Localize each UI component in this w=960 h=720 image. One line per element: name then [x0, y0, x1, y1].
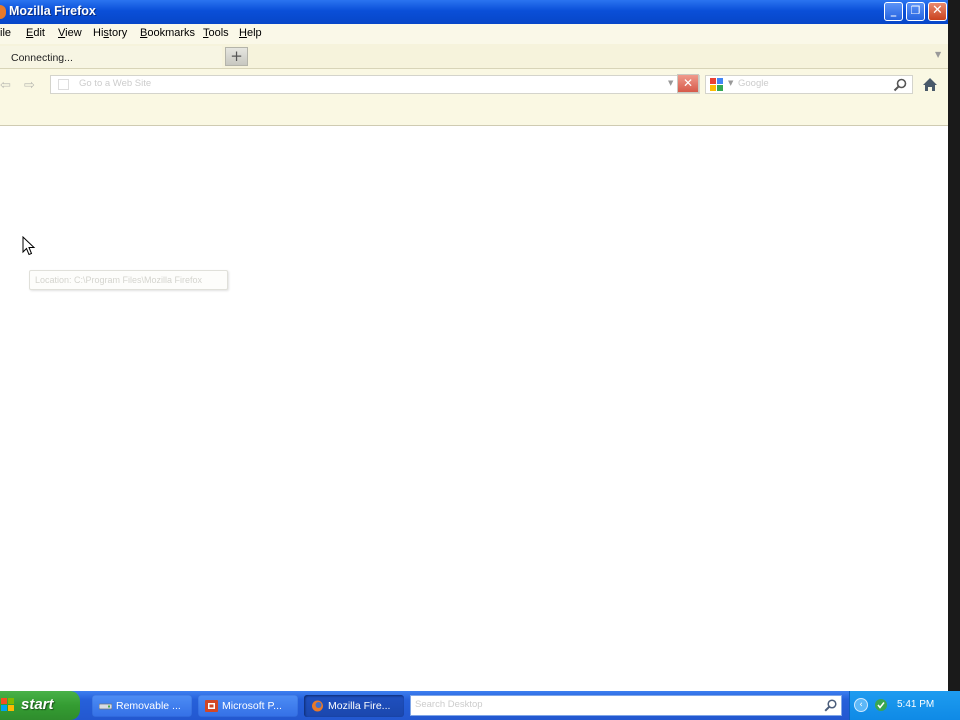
- search-bar[interactable]: ▼: [705, 75, 913, 94]
- url-history-dropdown-icon[interactable]: ▼: [668, 79, 673, 87]
- menu-bookmarks-rest: ookmarks: [147, 27, 196, 39]
- menu-bar: ile Edit View History Bookmarks Tools He…: [0, 24, 948, 44]
- screen-edge: [948, 0, 960, 691]
- menu-history[interactable]: History: [93, 27, 127, 39]
- menu-file-label: ile: [0, 27, 12, 39]
- network-status-icon[interactable]: [874, 698, 888, 712]
- menu-file[interactable]: ile: [0, 27, 11, 39]
- back-arrow-icon[interactable]: ⇦: [0, 78, 11, 93]
- menu-help[interactable]: Help: [239, 27, 262, 39]
- google-icon[interactable]: [710, 78, 723, 91]
- close-button[interactable]: ✕: [928, 2, 947, 21]
- menu-bookmarks[interactable]: Bookmarks: [140, 27, 195, 39]
- maximize-button[interactable]: ❐: [906, 2, 925, 21]
- tab-connecting[interactable]: Connecting...: [0, 46, 222, 68]
- search-engine-dropdown-icon[interactable]: ▼: [728, 79, 733, 87]
- powerpoint-icon: [205, 700, 218, 712]
- magnifier-icon[interactable]: [892, 77, 908, 93]
- system-tray: ‹ 5:41 PM: [849, 691, 960, 720]
- firefox-app-icon[interactable]: [0, 5, 6, 19]
- desktop-search-icon[interactable]: [823, 698, 838, 713]
- page-content[interactable]: [0, 126, 948, 691]
- location-tooltip: Location: C:\Program Files\Mozilla Firef…: [29, 270, 228, 290]
- menu-help-rest: elp: [246, 27, 262, 39]
- tab-strip: Connecting... + ▼: [0, 44, 948, 69]
- task-removable-disk[interactable]: Removable ...: [92, 695, 192, 717]
- firefox-icon: [312, 700, 323, 712]
- menu-view[interactable]: View: [58, 27, 82, 39]
- menu-history-rest: tory: [108, 27, 128, 39]
- menu-tools-rest: ools: [208, 27, 229, 39]
- desktop-search-box[interactable]: [410, 695, 842, 716]
- mouse-cursor-icon: [22, 236, 36, 256]
- stop-button[interactable]: ✕: [677, 74, 699, 93]
- task-powerpoint[interactable]: Microsoft P...: [198, 695, 298, 717]
- windows-logo-icon: [1, 698, 14, 711]
- task-firefox[interactable]: Mozilla Fire...: [304, 695, 404, 717]
- task-label: Microsoft P...: [222, 700, 282, 712]
- url-input[interactable]: [79, 78, 659, 89]
- menu-tools[interactable]: Tools: [203, 27, 229, 39]
- menu-edit-rest: dit: [33, 27, 45, 39]
- menu-history-pre: Hi: [93, 27, 104, 39]
- menu-help-accel: H: [239, 27, 247, 39]
- menu-edit[interactable]: Edit: [26, 27, 45, 39]
- favicon-placeholder-icon: [58, 79, 69, 90]
- task-label: Removable ...: [116, 700, 181, 712]
- firefox-window: Mozilla Firefox _ ❐ ✕ ile Edit View Hist…: [0, 0, 948, 691]
- forward-arrow-icon[interactable]: ⇨: [24, 78, 35, 93]
- tab-list-dropdown-icon[interactable]: ▼: [935, 50, 941, 59]
- task-label: Mozilla Fire...: [328, 700, 391, 712]
- navigation-toolbar: ⇦ ⇨ ▼ ▼: [0, 69, 948, 126]
- start-button[interactable]: start: [0, 691, 80, 720]
- removable-disk-icon: [99, 703, 112, 710]
- url-bar[interactable]: ▼: [50, 75, 700, 94]
- clock[interactable]: 5:41 PM: [897, 699, 934, 710]
- window-title: Mozilla Firefox: [9, 4, 96, 18]
- desktop-search-input[interactable]: [415, 699, 805, 710]
- taskbar: start Removable ... Microsoft P... Mozil…: [0, 691, 960, 720]
- search-input[interactable]: [738, 78, 878, 89]
- minimize-button[interactable]: _: [884, 2, 903, 21]
- title-bar[interactable]: Mozilla Firefox _ ❐ ✕: [0, 0, 948, 24]
- tab-label: Connecting...: [11, 52, 73, 64]
- start-label: start: [21, 696, 54, 713]
- show-hidden-icons-icon[interactable]: ‹: [854, 698, 868, 712]
- menu-view-rest: iew: [65, 27, 82, 39]
- home-icon[interactable]: [922, 77, 938, 92]
- new-tab-button[interactable]: +: [225, 47, 248, 66]
